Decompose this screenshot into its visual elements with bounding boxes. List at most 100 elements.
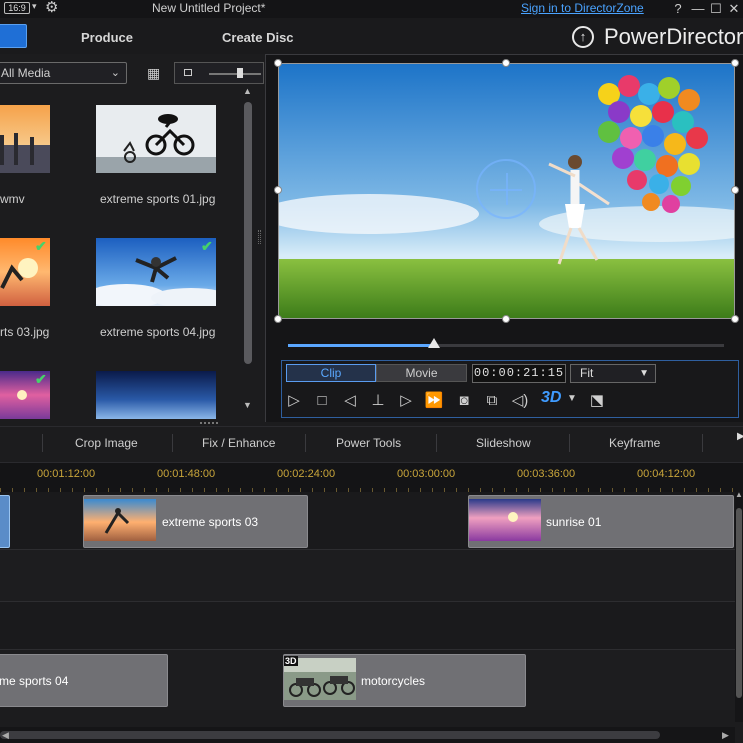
- check-icon: ✔: [35, 238, 47, 254]
- media-thumbnail[interactable]: [96, 371, 216, 419]
- powerdirector-window: 16:9 ▾ ⚙ New Untitled Project* Sign in t…: [0, 0, 743, 743]
- upload-arrow-icon[interactable]: ↑: [572, 26, 594, 48]
- resize-handle[interactable]: [731, 186, 739, 194]
- clip-label: extreme sports 03: [162, 515, 259, 529]
- external-display-icon[interactable]: ⬔: [586, 390, 608, 412]
- grid-view-icon[interactable]: ▦: [147, 65, 163, 81]
- timeline-clip[interactable]: extreme sports 03: [83, 495, 308, 548]
- toolbar-divider: [702, 434, 703, 452]
- scroll-up-icon[interactable]: ▲: [735, 490, 743, 499]
- tab-create-disc[interactable]: Create Disc: [222, 30, 294, 45]
- split-marker-icon[interactable]: ⊥: [367, 390, 389, 412]
- help-icon[interactable]: ?: [669, 0, 687, 18]
- zoom-fit-value: Fit: [580, 366, 594, 380]
- chevron-down-icon: ▼: [639, 368, 649, 379]
- aspect-ratio-button[interactable]: 16:9: [4, 2, 30, 14]
- scroll-up-icon[interactable]: ▲: [243, 86, 252, 96]
- undock-preview-icon[interactable]: ⧉: [481, 390, 503, 412]
- timeline-horizontal-scrollbar[interactable]: ◀ ▶: [0, 727, 735, 743]
- camera-snapshot-icon[interactable]: ◙: [453, 390, 475, 412]
- crop-image-button[interactable]: Crop Image: [75, 436, 138, 450]
- sign-in-link[interactable]: Sign in to DirectorZone: [521, 1, 644, 15]
- close-icon[interactable]: ✕: [725, 0, 743, 18]
- scrollbar-thumb[interactable]: [244, 102, 252, 364]
- move-crosshair-icon[interactable]: [476, 159, 536, 219]
- media-label: extreme sports 04.jpg: [100, 325, 216, 339]
- maximize-icon[interactable]: ☐: [707, 0, 725, 18]
- 3d-badge: 3D: [284, 656, 298, 666]
- chevron-down-icon[interactable]: ▼: [567, 393, 577, 404]
- ruler-timecode: 00:01:48:00: [157, 468, 216, 480]
- audio-track-1[interactable]: [0, 550, 735, 602]
- clip-mode-tab[interactable]: Clip: [286, 364, 376, 382]
- video-track-2[interactable]: [0, 602, 735, 650]
- brand-logo: PowerDirector: [604, 24, 743, 49]
- minimize-icon[interactable]: —: [689, 0, 707, 18]
- toolbar-divider: [436, 434, 437, 452]
- blue-horizon-image: [96, 371, 216, 419]
- volume-icon[interactable]: ◁): [509, 390, 531, 412]
- play-icon[interactable]: ▷: [283, 390, 305, 412]
- media-label: extreme sports 01.jpg: [100, 192, 216, 206]
- fix-enhance-button[interactable]: Fix / Enhance: [202, 436, 275, 450]
- library-scrollbar[interactable]: ▲ ▼: [243, 86, 253, 418]
- scroll-left-icon[interactable]: ◀: [2, 727, 9, 743]
- previous-frame-icon[interactable]: ◁: [339, 390, 361, 412]
- resize-handle[interactable]: [274, 59, 282, 67]
- seek-bar[interactable]: [288, 338, 724, 348]
- media-thumbnail[interactable]: [0, 105, 50, 173]
- clip-label: me sports 04: [0, 674, 69, 688]
- slideshow-button[interactable]: Slideshow: [476, 436, 531, 450]
- next-frame-icon[interactable]: ▷: [395, 390, 417, 412]
- media-filter-value: All Media: [1, 66, 51, 80]
- toolbar-divider: [42, 434, 43, 452]
- tab-produce[interactable]: Produce: [81, 30, 133, 45]
- panel-splitter[interactable]: [258, 230, 261, 244]
- slider-track[interactable]: [209, 73, 261, 75]
- 3d-mode-button[interactable]: 3D: [541, 389, 561, 407]
- scrollbar-thumb[interactable]: [736, 508, 742, 698]
- timeline-clip[interactable]: me sports 04: [0, 654, 168, 707]
- scroll-down-icon[interactable]: ▼: [243, 400, 252, 410]
- slider-knob[interactable]: [237, 68, 243, 78]
- timeline-clip[interactable]: sunrise 01: [468, 495, 734, 548]
- thumbnail-size-slider[interactable]: [174, 62, 264, 84]
- resize-handle[interactable]: [731, 59, 739, 67]
- seek-progress: [288, 344, 435, 347]
- fast-forward-icon[interactable]: ⏩: [423, 390, 445, 412]
- media-thumbnail[interactable]: [96, 238, 216, 306]
- gear-icon[interactable]: ⚙: [45, 0, 58, 17]
- movie-mode-tab[interactable]: Movie: [376, 364, 467, 382]
- scrollbar-thumb[interactable]: [0, 731, 660, 739]
- skydiver-image: [96, 238, 216, 306]
- timeline-clip[interactable]: [0, 495, 10, 548]
- check-icon: ✔: [35, 371, 47, 387]
- toolbar-divider: [569, 434, 570, 452]
- zoom-fit-dropdown[interactable]: Fit ▼: [570, 364, 656, 383]
- media-filter-dropdown[interactable]: All Media ⌄: [0, 62, 127, 84]
- clip-label: sunrise 01: [546, 515, 602, 529]
- resize-handle[interactable]: [274, 315, 282, 323]
- chevron-down-icon: ⌄: [110, 67, 120, 79]
- timeline-clip[interactable]: motorcycles: [283, 654, 526, 707]
- resize-handle[interactable]: [731, 315, 739, 323]
- toolbar-divider: [305, 434, 306, 452]
- scroll-right-icon[interactable]: ▶: [722, 727, 729, 743]
- resize-handle[interactable]: [274, 186, 282, 194]
- title-bar: 16:9 ▾ ⚙ New Untitled Project* Sign in t…: [0, 0, 743, 18]
- module-bar: Produce Create Disc ↑ PowerDirector: [0, 18, 743, 54]
- media-thumbnail[interactable]: [96, 105, 216, 173]
- resize-handle[interactable]: [502, 59, 510, 67]
- ruler-timecode: 00:01:12:00: [37, 468, 96, 480]
- timecode-display[interactable]: 00:00:21:15: [472, 364, 566, 383]
- seek-knob[interactable]: [428, 338, 441, 348]
- power-tools-button[interactable]: Power Tools: [336, 436, 401, 450]
- keyframe-button[interactable]: Keyframe: [609, 436, 660, 450]
- chevron-down-icon[interactable]: ▾: [32, 1, 37, 12]
- timeline-vertical-scrollbar[interactable]: ▲: [735, 490, 743, 722]
- stop-icon[interactable]: □: [311, 390, 333, 412]
- ruler-timecode: 00:03:00:00: [397, 468, 456, 480]
- tab-edit[interactable]: [0, 24, 27, 48]
- resize-handle[interactable]: [502, 315, 510, 323]
- chevron-right-icon[interactable]: ▶: [737, 431, 743, 442]
